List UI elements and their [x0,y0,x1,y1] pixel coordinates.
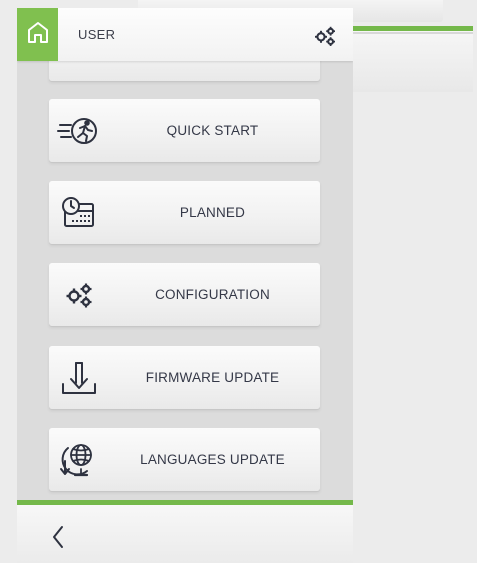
top-bar: USER [17,8,353,61]
menu-item-languages-update[interactable]: LANGUAGES UPDATE [49,428,320,491]
back-button[interactable] [43,524,73,554]
menu-item-firmware-update[interactable]: FIRMWARE UPDATE [49,346,320,409]
menu-item-quick-start[interactable]: QUICK START [49,99,320,162]
background-panel-accent-bar [353,26,473,31]
home-icon [27,21,49,48]
menu-item-planned[interactable]: PLANNED [49,181,320,244]
page-title: USER [78,27,116,42]
background-panel-divider [353,32,473,34]
menu-item-label: QUICK START [166,123,259,138]
menu-item-label: LANGUAGES UPDATE [140,452,285,467]
bottom-bar-accent [17,500,353,505]
settings-button[interactable] [313,25,337,47]
screen: QUICK START PLANNED CONFIGURATION FIRMWA… [0,0,477,563]
background-panel [353,26,473,92]
download-icon [57,359,101,397]
quick-start-icon [57,112,101,150]
chevron-left-icon [51,525,65,554]
gears-icon [313,26,337,51]
calendar-clock-icon [57,194,101,232]
globe-download-icon [57,441,101,479]
bottom-bar [17,500,353,563]
home-button[interactable] [17,8,58,61]
menu-item-label: CONFIGURATION [155,287,270,302]
menu-item-label: PLANNED [179,205,246,220]
menu-item-configuration[interactable]: CONFIGURATION [49,263,320,326]
user-menu-panel: QUICK START PLANNED CONFIGURATION FIRMWA… [17,8,353,563]
gears-icon [57,276,101,314]
menu-item-label: FIRMWARE UPDATE [145,370,280,385]
